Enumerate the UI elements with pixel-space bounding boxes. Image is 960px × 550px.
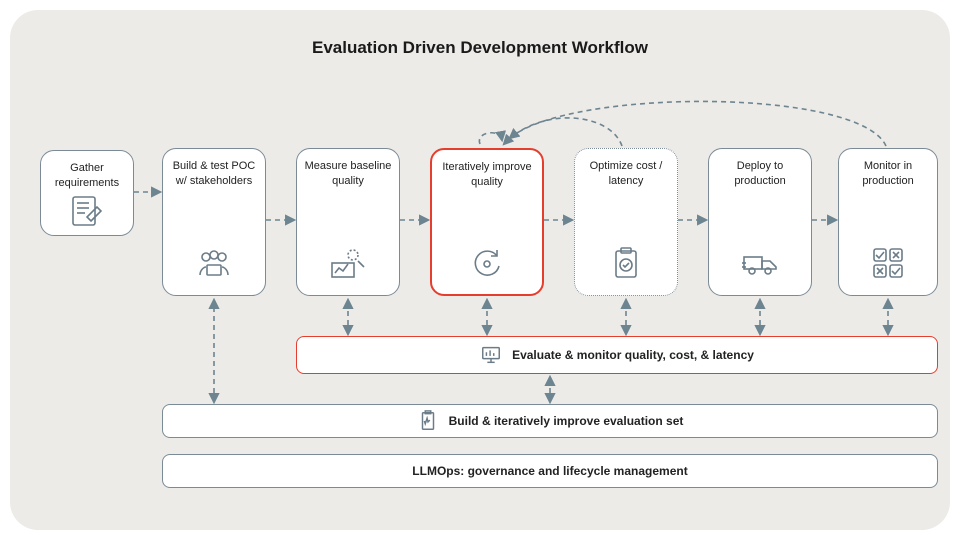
- cycle-icon: [467, 242, 507, 282]
- bar-label: LLMOps: governance and lifecycle managem…: [412, 464, 687, 478]
- step-label: Monitor in production: [845, 159, 931, 189]
- step-label: Optimize cost / latency: [581, 159, 671, 189]
- step-gather-requirements: Gather requirements: [40, 150, 134, 236]
- truck-icon: [740, 243, 780, 283]
- step-measure-baseline: Measure baseline quality: [296, 148, 400, 296]
- bar-label: Evaluate & monitor quality, cost, & late…: [512, 348, 754, 362]
- clipboard-check-icon: [606, 243, 646, 283]
- step-label: Measure baseline quality: [303, 159, 393, 189]
- monitor-chart-icon: [480, 344, 502, 366]
- step-label: Build & test POC w/ stakeholders: [169, 159, 259, 189]
- step-deploy-production: Deploy to production: [708, 148, 812, 296]
- workflow-canvas: Evaluation Driven Development Workflow G…: [10, 10, 950, 530]
- bar-llmops: LLMOps: governance and lifecycle managem…: [162, 454, 938, 488]
- step-label: Deploy to production: [715, 159, 805, 189]
- step-monitor-production: Monitor in production: [838, 148, 938, 296]
- step-label: Iteratively improve quality: [438, 160, 536, 190]
- note-pencil-icon: [67, 191, 107, 231]
- chart-pencil-icon: [328, 243, 368, 283]
- people-icon: [194, 243, 234, 283]
- bar-build-eval-set: Build & iteratively improve evaluation s…: [162, 404, 938, 438]
- step-label: Gather requirements: [47, 161, 127, 191]
- step-optimize-cost-latency: Optimize cost / latency: [574, 148, 678, 296]
- diagram-title: Evaluation Driven Development Workflow: [10, 38, 950, 58]
- clipboard-lines-icon: [417, 410, 439, 432]
- bar-evaluate-monitor: Evaluate & monitor quality, cost, & late…: [296, 336, 938, 374]
- step-build-poc: Build & test POC w/ stakeholders: [162, 148, 266, 296]
- step-iteratively-improve: Iteratively improve quality: [430, 148, 544, 296]
- grid-check-icon: [868, 243, 908, 283]
- bar-label: Build & iteratively improve evaluation s…: [449, 414, 684, 428]
